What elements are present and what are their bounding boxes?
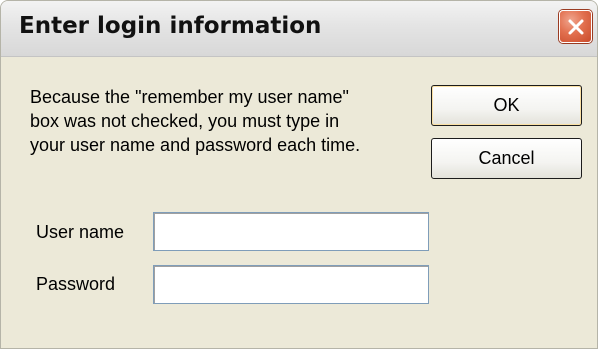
password-label: Password bbox=[36, 274, 116, 294]
message-line: Because the "remember my user name" bbox=[30, 87, 349, 107]
dialog-title: Enter login information bbox=[19, 13, 322, 39]
cancel-button[interactable]: Cancel bbox=[431, 138, 582, 179]
password-input[interactable] bbox=[153, 265, 429, 304]
ok-button[interactable]: OK bbox=[431, 85, 582, 126]
title-bar[interactable]: Enter login information bbox=[1, 1, 597, 57]
close-button[interactable] bbox=[559, 10, 592, 43]
instruction-message: Because the "remember my user name" box … bbox=[30, 85, 420, 157]
login-dialog: Enter login information Because the "rem… bbox=[0, 0, 598, 349]
user-name-input[interactable] bbox=[153, 212, 429, 251]
user-name-label: User name bbox=[36, 222, 125, 242]
close-x-icon bbox=[568, 19, 584, 35]
message-line: your user name and password each time. bbox=[30, 135, 361, 155]
message-line: box was not checked, you must type in bbox=[30, 111, 340, 131]
